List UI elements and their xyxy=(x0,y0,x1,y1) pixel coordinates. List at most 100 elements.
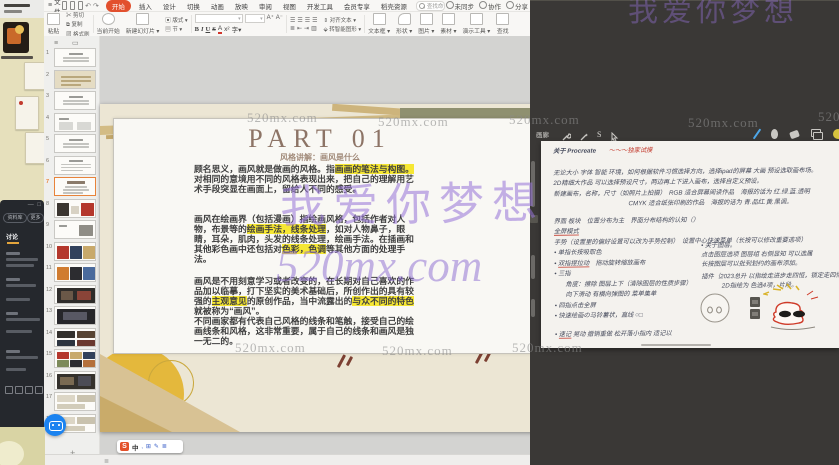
play-from-current-button[interactable]: 当前开始 xyxy=(94,13,123,35)
chat-window-icon[interactable] xyxy=(35,386,43,394)
indent-increase-icon[interactable]: ⇥ xyxy=(304,25,309,32)
slide-paragraph[interactable]: 画风是不用刻意学习或者改变的，在长期对自己喜欢的作品加以临摹，打下坚实的美术基础… xyxy=(194,276,418,346)
align-right-icon[interactable]: ☰ xyxy=(305,17,310,24)
slide-paragraph[interactable]: 顾名思义，画风就是做画的风格。指画画的笔法与构图。对相同的意境用不同的风格表现出… xyxy=(194,164,418,194)
wps-ai-assistant-button[interactable] xyxy=(44,414,66,436)
tab-放映[interactable]: 放映 xyxy=(232,0,251,12)
tab-审阅[interactable]: 审阅 xyxy=(256,0,275,12)
slide-thumbnail-4[interactable]: 4 xyxy=(44,112,99,133)
status-menu-icon[interactable]: ≣ xyxy=(104,458,109,465)
modify-button[interactable] xyxy=(530,215,538,223)
menu-hamburger-icon[interactable]: ≡ xyxy=(48,2,52,9)
brush-size-slider[interactable] xyxy=(531,161,535,207)
share-button[interactable]: 分享 xyxy=(506,0,528,11)
brush-opacity-slider[interactable] xyxy=(531,255,535,279)
highlight-button[interactable]: 字▾ xyxy=(232,24,242,34)
chat-more-button[interactable]: 更多 xyxy=(27,213,44,223)
tab-会员专享[interactable]: 会员专享 xyxy=(341,0,373,12)
layout-button[interactable]: ▣ 版式 ▾ xyxy=(165,16,187,24)
slide-thumbnail-11[interactable]: 11 xyxy=(44,263,99,283)
justify-icon[interactable]: ☰ xyxy=(312,17,317,24)
slide-thumbnail-16[interactable]: 16 xyxy=(44,370,99,391)
canvas-scrollbar[interactable] xyxy=(641,344,711,346)
bold-button[interactable]: B xyxy=(195,26,199,33)
slide-thumbnail-1[interactable]: 1 xyxy=(44,48,99,68)
actions-wrench-icon[interactable] xyxy=(561,129,572,141)
font-color-button[interactable]: A xyxy=(217,25,223,34)
slide-subtitle[interactable]: 风格讲解：画风是什么 xyxy=(200,152,440,163)
chat-emoji-icon[interactable] xyxy=(5,386,13,394)
desktop-file-card[interactable] xyxy=(15,96,39,130)
slide-thumbnail-2[interactable]: 2 xyxy=(44,69,99,90)
slide-thumbnail-3[interactable]: 3 xyxy=(44,91,99,111)
chat-history-icon[interactable] xyxy=(25,386,33,394)
chat-library-button[interactable]: 资料库 xyxy=(3,213,27,223)
input-method-bar[interactable]: S 中 ‚ ⊞ ✎ ≣ xyxy=(117,440,183,453)
superscript-button[interactable]: x² xyxy=(224,26,229,33)
cut-button[interactable]: ✂ 剪切 xyxy=(66,11,90,19)
brush-tool-icon[interactable] xyxy=(752,128,762,140)
font-family-select[interactable]: ▾ xyxy=(194,14,243,23)
line-spacing-icon[interactable]: ≣ xyxy=(290,25,295,32)
chat-image-icon[interactable] xyxy=(15,386,23,394)
section-button[interactable]: ▤ 节 ▾ xyxy=(165,25,187,33)
slide-thumbnail-9[interactable]: 9 xyxy=(44,220,99,240)
shape-button[interactable]: 形状 ▾ xyxy=(393,13,415,35)
transform-arrow-icon[interactable] xyxy=(609,129,619,143)
redo-icon[interactable]: ↷ xyxy=(93,2,99,10)
ime-toolbox-icon[interactable]: ≣ xyxy=(162,443,167,450)
print-icon[interactable] xyxy=(69,1,75,10)
adjustments-wand-icon[interactable] xyxy=(579,129,589,141)
ime-punctuation-icon[interactable]: ‚ xyxy=(142,444,143,450)
font-size-select[interactable]: ▾ xyxy=(244,14,265,23)
slide-thumbnail-10[interactable]: 10 xyxy=(44,241,99,262)
chat-window-controls[interactable]: — □ xyxy=(28,202,42,208)
preview-icon[interactable] xyxy=(77,1,83,10)
panel-view-toggles[interactable]: ≡ ▭ xyxy=(54,39,85,47)
italic-button[interactable]: I xyxy=(201,26,204,33)
underline-button[interactable]: U xyxy=(206,26,211,33)
grow-font-button[interactable]: A⁺ xyxy=(267,14,274,23)
copy-button[interactable]: ⧉ 复制 xyxy=(66,20,90,29)
demo-tools-button[interactable]: 演示工具 ▾ xyxy=(459,13,493,35)
picture-button[interactable]: 图片 ▾ xyxy=(415,13,437,35)
ime-keyboard-icon[interactable]: ⊞ xyxy=(146,443,151,450)
layers-icon[interactable] xyxy=(811,129,823,140)
ime-mode-chinese[interactable]: 中 xyxy=(132,442,139,452)
current-slide[interactable]: PART 01 风格讲解：画风是什么 顾名思义，画风就是做画的风格。指画画的笔法… xyxy=(100,104,530,432)
tab-开发工具[interactable]: 开发工具 xyxy=(304,0,336,12)
new-slide-button[interactable]: 新建幻灯片 ▾ xyxy=(123,13,163,35)
align-center-icon[interactable]: ☰ xyxy=(297,17,302,24)
tab-视图[interactable]: 视图 xyxy=(280,0,299,12)
gallery-button[interactable]: 画廊 xyxy=(536,129,549,139)
eraser-tool-icon[interactable] xyxy=(789,129,800,139)
align-left-icon[interactable]: ☰ xyxy=(290,17,295,24)
slide-thumbnail-12[interactable]: 12 xyxy=(44,284,99,305)
collaborate-button[interactable]: 协作 xyxy=(479,0,501,11)
command-search-input[interactable]: 查找命令，搜索模板 xyxy=(415,0,446,11)
selection-tool-icon[interactable]: S xyxy=(597,130,601,139)
align-text-button[interactable]: ⇕ 对齐文本 ▾ xyxy=(324,16,362,24)
color-picker-icon[interactable] xyxy=(833,129,839,139)
tab-设计[interactable]: 设计 xyxy=(160,0,179,12)
sync-status[interactable]: 未同步 xyxy=(445,0,474,11)
slide-paragraph[interactable]: 画风在绘画界（包括漫画）指绘画风格，包括作者对人物，布景等的绘画手法，线条处理，… xyxy=(194,214,418,264)
text-box-button[interactable]: 文本框 ▾ xyxy=(365,13,393,35)
drawing-canvas[interactable]: 关于 Procreate ～～～独家试摸 无论大小 字体 智能 环境，如何根据软… xyxy=(541,141,839,348)
material-button[interactable]: 素材 ▾ xyxy=(437,13,459,35)
slide-thumbnail-15[interactable]: 15 xyxy=(44,349,99,369)
shrink-font-button[interactable]: A⁻ xyxy=(276,14,283,23)
tab-开始[interactable]: 开始 xyxy=(105,0,131,12)
ime-pen-icon[interactable]: ✎ xyxy=(154,443,159,450)
indent-decrease-icon[interactable]: ⇤ xyxy=(297,25,302,32)
undo-icon[interactable]: ↶ xyxy=(85,2,91,10)
tab-稻壳资源[interactable]: 稻壳资源 xyxy=(378,0,410,12)
strikethrough-button[interactable]: S xyxy=(212,26,216,33)
paste-button[interactable]: 粘贴 xyxy=(44,13,63,35)
columns-icon[interactable]: ▥ xyxy=(311,25,317,32)
slide-thumbnail-8[interactable]: 8 xyxy=(44,198,99,219)
desktop-app-icon[interactable] xyxy=(3,22,29,53)
chat-tab-discussion[interactable]: 讨论 xyxy=(6,232,20,244)
save-icon[interactable] xyxy=(62,1,67,10)
smudge-tool-icon[interactable] xyxy=(771,129,778,139)
